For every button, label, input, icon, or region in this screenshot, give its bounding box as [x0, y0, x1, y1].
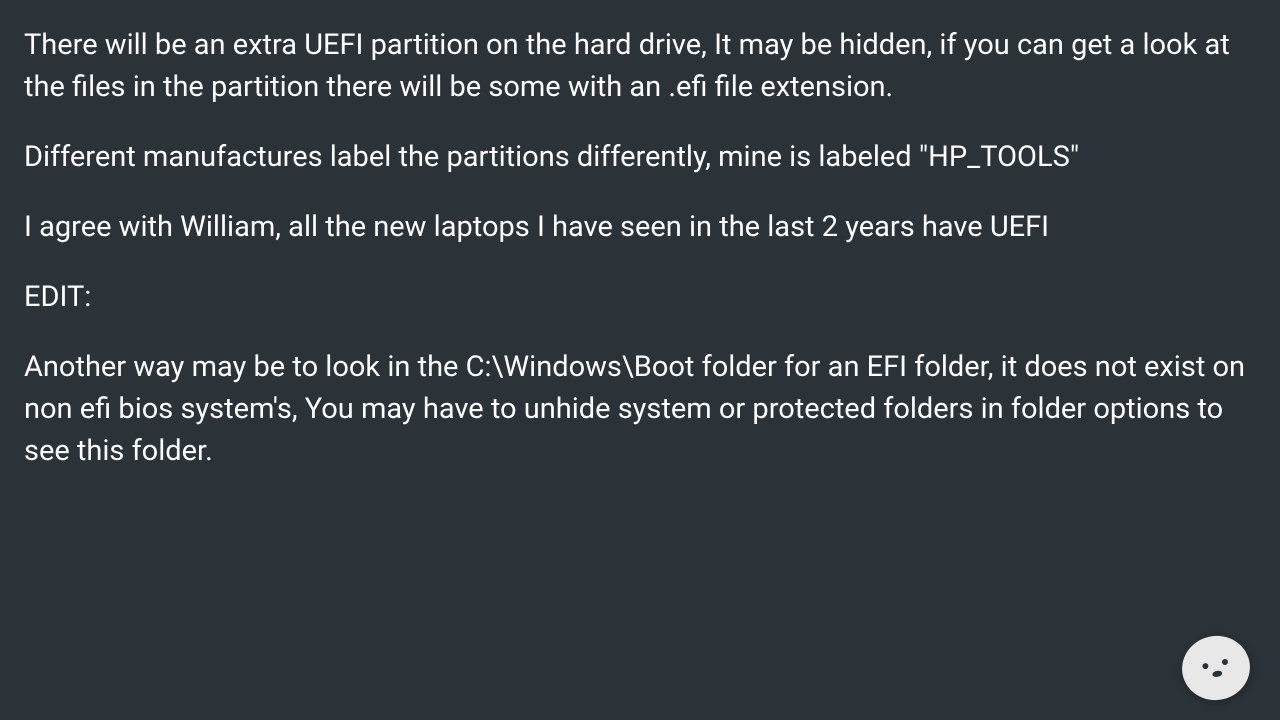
avatar-face-icon	[1199, 655, 1233, 681]
paragraph: There will be an extra UEFI partition on…	[24, 24, 1256, 108]
post-content: There will be an extra UEFI partition on…	[24, 24, 1256, 472]
chat-avatar-button[interactable]	[1176, 630, 1256, 707]
paragraph: Different manufactures label the partiti…	[24, 136, 1256, 178]
paragraph: Another way may be to look in the C:\Win…	[24, 346, 1256, 472]
paragraph: I agree with William, all the new laptop…	[24, 206, 1256, 248]
edit-label: EDIT:	[24, 276, 1256, 318]
